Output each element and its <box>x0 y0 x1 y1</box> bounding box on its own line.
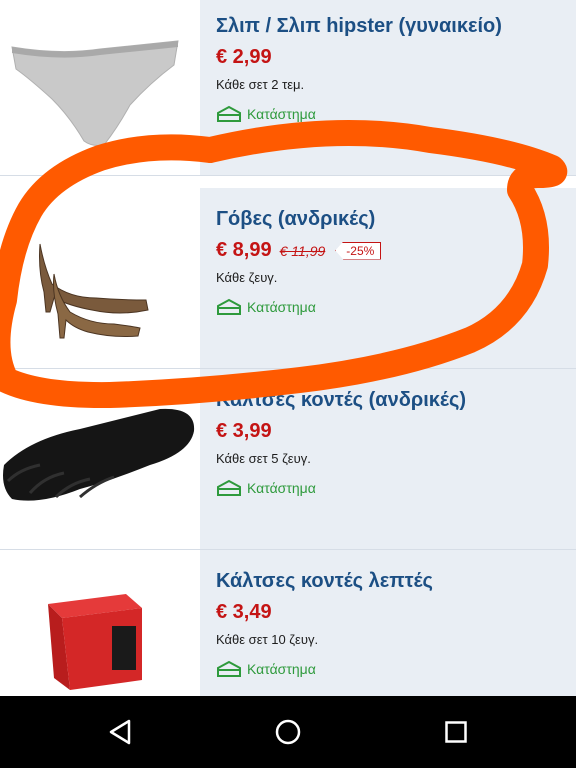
product-title[interactable]: Κάλτσες κοντές (ανδρικές) <box>216 389 466 412</box>
store-icon <box>217 105 241 122</box>
product-unit: Κάθε ζευγ. <box>216 270 278 285</box>
product-unit: Κάθε σετ 2 τεμ. <box>216 77 305 92</box>
product-price: € 3,49 <box>216 601 272 623</box>
store-label: Κατάστημα <box>247 661 316 677</box>
product-row[interactable]: Σλιπ / Σλιπ hipster (γυναικείο) € 2,99 Κ… <box>0 0 576 176</box>
product-title[interactable]: Γόβες (ανδρικές) <box>216 208 375 231</box>
price-line: € 2,99 <box>216 46 272 69</box>
product-image-shoes[interactable] <box>0 188 200 368</box>
product-unit: Κάθε σετ 10 ζευγ. <box>216 632 319 647</box>
recents-icon[interactable] <box>438 714 474 750</box>
product-price: € 2,99 <box>216 46 272 68</box>
back-icon[interactable] <box>102 714 138 750</box>
product-price: € 3,99 <box>216 420 272 442</box>
old-price: € 11,99 <box>279 242 326 259</box>
product-row[interactable]: Κάλτσες κοντές λεπτές € 3,49 Κάθε σετ 10… <box>0 550 576 696</box>
product-info: Κάλτσες κοντές (ανδρικές) € 3,99 Κάθε σε… <box>200 369 576 549</box>
store-label: Κατάστημα <box>247 106 316 122</box>
product-image-underwear[interactable] <box>0 0 200 175</box>
product-info: Σλιπ / Σλιπ hipster (γυναικείο) € 2,99 Κ… <box>200 0 576 175</box>
store-label: Κατάστημα <box>247 480 316 496</box>
android-navigation-bar <box>0 696 576 768</box>
product-price: € 8,99 <box>216 239 272 261</box>
store-icon <box>217 298 241 315</box>
home-icon[interactable] <box>270 714 306 750</box>
product-title[interactable]: Κάλτσες κοντές λεπτές <box>216 570 433 593</box>
product-row[interactable]: Κάλτσες κοντές (ανδρικές) € 3,99 Κάθε σε… <box>0 369 576 550</box>
price-line: € 3,99 <box>216 420 272 443</box>
product-list: Σλιπ / Σλιπ hipster (γυναικείο) € 2,99 Κ… <box>0 0 576 696</box>
price-line: € 8,99 € 11,99 -25% <box>216 239 382 262</box>
store-link[interactable]: Κατάστημα <box>216 105 316 123</box>
store-link[interactable]: Κατάστημα <box>216 479 316 497</box>
product-image-sock-box[interactable] <box>0 550 200 696</box>
store-icon <box>217 660 241 677</box>
store-link[interactable]: Κατάστημα <box>216 298 316 316</box>
price-line: € 3,49 <box>216 601 272 624</box>
product-info: Κάλτσες κοντές λεπτές € 3,49 Κάθε σετ 10… <box>200 550 576 696</box>
product-image-socks[interactable] <box>0 369 200 549</box>
store-icon <box>217 479 241 496</box>
product-unit: Κάθε σετ 5 ζευγ. <box>216 451 311 466</box>
store-link[interactable]: Κατάστημα <box>216 660 316 678</box>
store-label: Κατάστημα <box>247 299 316 315</box>
product-title[interactable]: Σλιπ / Σλιπ hipster (γυναικείο) <box>216 15 502 38</box>
product-row[interactable]: Γόβες (ανδρικές) € 8,99 € 11,99 -25% Κάθ… <box>0 188 576 369</box>
discount-badge: -25% <box>335 241 382 260</box>
product-info: Γόβες (ανδρικές) € 8,99 € 11,99 -25% Κάθ… <box>200 188 576 368</box>
